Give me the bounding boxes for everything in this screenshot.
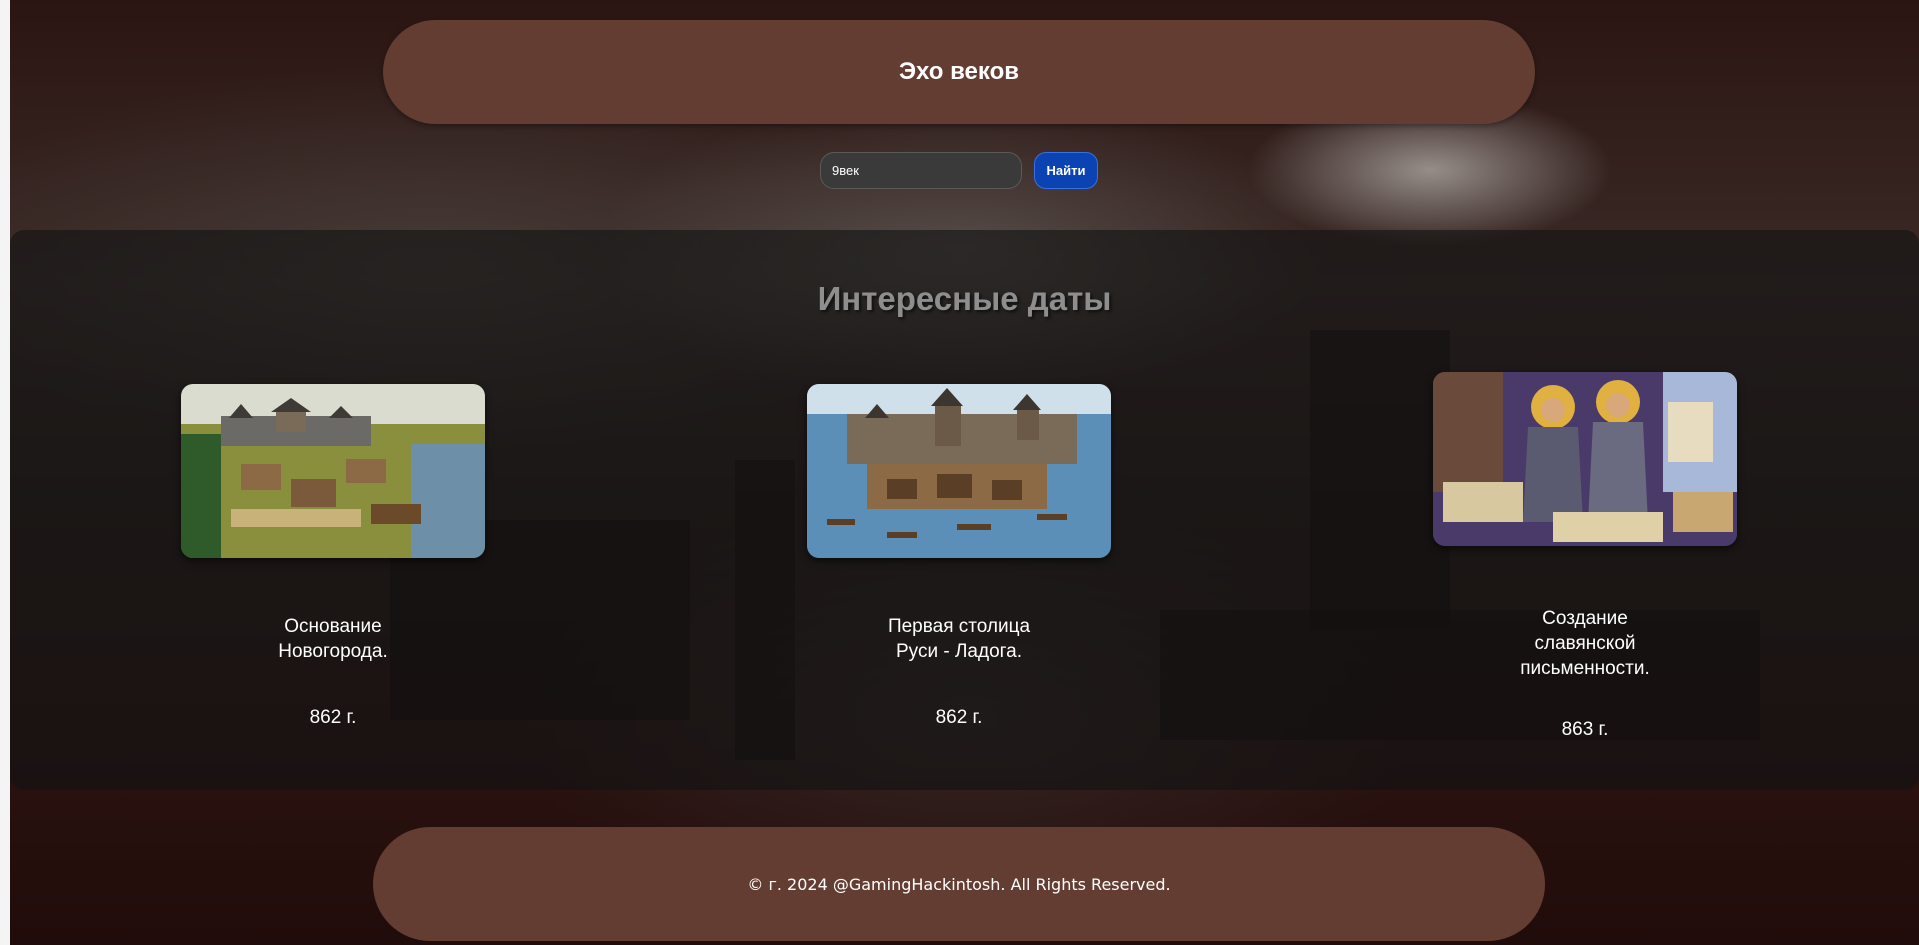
site-footer: © г. 2024 @GamingHackintosh. All Rights … — [373, 827, 1545, 941]
novgorod-settlement-illustration — [181, 384, 485, 558]
interesting-dates-section: Интересные даты Основание Новогорода. 86… — [10, 230, 1919, 790]
ladoga-fortress-illustration — [807, 384, 1111, 558]
cyril-methodius-image[interactable] — [1433, 372, 1737, 546]
section-title: Интересные даты — [817, 280, 1112, 317]
date-card[interactable]: Первая столица Руси - Ладога. 862 г. — [807, 384, 1111, 728]
card-caption: Первая столица Руси - Ладога. — [887, 616, 1031, 662]
card-year: 863 г. — [1561, 719, 1609, 740]
card-caption: Создание славянской письменности. — [1520, 608, 1650, 679]
date-card[interactable]: Основание Новогорода. 862 г. — [181, 384, 485, 728]
site-header: Эхо веков — [383, 20, 1535, 124]
copyright-text: © г. 2024 @GamingHackintosh. All Rights … — [747, 874, 1171, 894]
search-button[interactable]: Найти — [1034, 152, 1098, 189]
search-bar: Найти — [820, 152, 1098, 189]
search-input[interactable] — [820, 152, 1022, 189]
ladoga-fortress-image[interactable] — [807, 384, 1111, 558]
window-edge — [0, 0, 10, 945]
card-caption: Основание Новогорода. — [278, 616, 388, 662]
date-card[interactable]: Создание славянской письменности. 863 г. — [1433, 372, 1737, 740]
site-title: Эхо веков — [898, 58, 1020, 85]
cyril-methodius-scholars-illustration — [1433, 372, 1737, 546]
novgorod-settlement-image[interactable] — [181, 384, 485, 558]
card-year: 862 г. — [309, 707, 357, 728]
card-year: 862 г. — [935, 707, 983, 728]
